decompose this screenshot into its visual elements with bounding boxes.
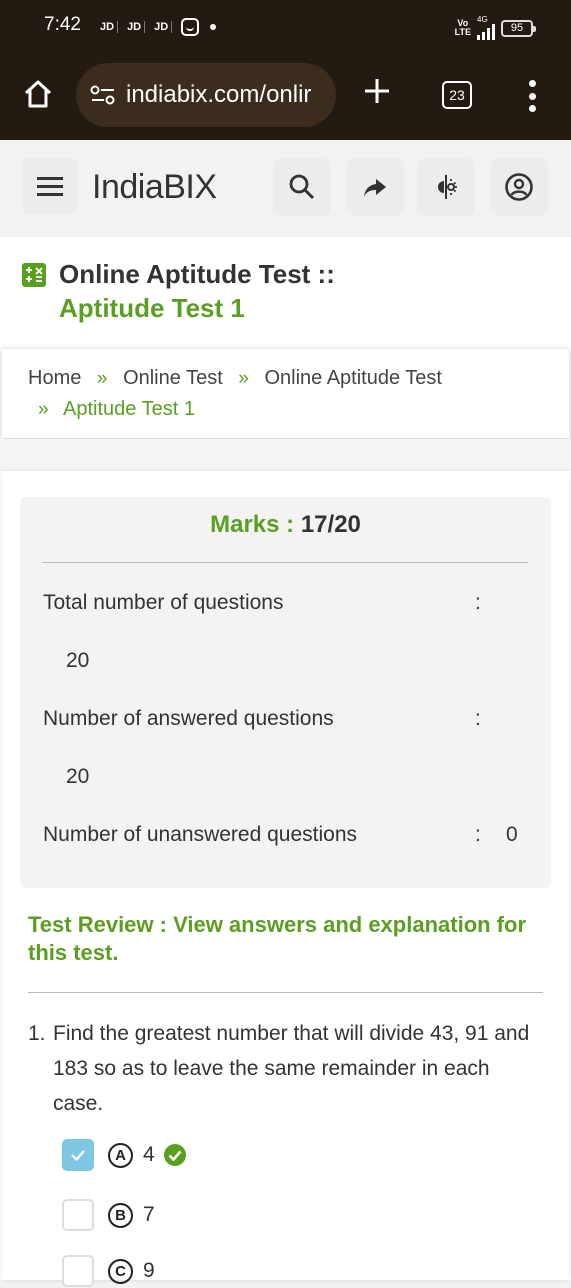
breadcrumb-home[interactable]: Home: [28, 367, 81, 389]
theme-toggle-button[interactable]: [417, 158, 475, 216]
stat-unanswered-label: Number of unanswered questions: [43, 823, 358, 846]
breadcrumb-online-aptitude-test[interactable]: Online Aptitude Test: [264, 367, 442, 389]
jd-app-icon: JD: [100, 21, 119, 33]
stat-total-colon: :: [475, 591, 481, 614]
notification-icons: JD JD JD: [100, 18, 217, 36]
correct-answer-icon: [163, 1144, 186, 1166]
url-text: indiabix.com/onlir: [126, 81, 312, 108]
option-b[interactable]: B 7: [62, 1198, 155, 1232]
stat-unanswered-value: 0: [506, 823, 518, 846]
divider: [28, 992, 543, 993]
breadcrumb-online-test[interactable]: Online Test: [123, 367, 223, 389]
plus-icon: [365, 79, 389, 103]
stat-unanswered-colon: :: [475, 823, 481, 846]
option-letter-a: A: [108, 1142, 133, 1168]
tab-switcher-button[interactable]: 23: [442, 81, 472, 109]
account-icon: [505, 173, 533, 201]
browser-menu-button[interactable]: [526, 80, 538, 112]
result-card: Marks : 17/20 Total number of questions …: [2, 471, 569, 1287]
question-number: 1.: [28, 1022, 46, 1045]
new-tab-button[interactable]: [360, 74, 394, 108]
option-b-checkbox[interactable]: [62, 1199, 94, 1231]
home-icon: [24, 80, 52, 108]
marks-summary: Marks : 17/20 Total number of questions …: [20, 497, 551, 888]
share-icon: [364, 179, 386, 197]
breadcrumb: Home » Online Test » Online Aptitude Tes…: [2, 348, 569, 438]
stat-answered-colon: :: [475, 707, 481, 730]
search-icon: [289, 174, 315, 200]
system-indicators: Vo LTE 4G 95: [454, 16, 536, 40]
theme-toggle-icon: [438, 175, 457, 199]
site-header: IndiaBIX: [0, 141, 571, 237]
browser-toolbar: indiabix.com/onlir 23: [0, 52, 571, 140]
option-c-text: 9: [143, 1259, 155, 1282]
tab-count: 23: [449, 87, 465, 103]
calculator-icon: [22, 263, 46, 287]
site-settings-icon: [90, 85, 115, 105]
option-letter-b: B: [108, 1202, 133, 1228]
more-vert-icon: [528, 80, 536, 87]
home-button[interactable]: [22, 78, 54, 110]
stat-answered-label: Number of answered questions: [43, 707, 334, 730]
jd-app-icon: JD: [154, 21, 173, 33]
stat-answered-value: 20: [66, 765, 90, 788]
option-c-checkbox[interactable]: [62, 1255, 94, 1287]
account-button[interactable]: [490, 158, 548, 216]
battery-icon: 95: [501, 19, 536, 37]
stat-total-label: Total number of questions: [43, 591, 284, 614]
more-notifications-dot-icon: [210, 24, 217, 30]
section-divider: [0, 439, 571, 471]
question-text: Find the greatest number that will divid…: [53, 1022, 530, 1115]
address-bar[interactable]: indiabix.com/onlir: [76, 63, 336, 127]
menu-button[interactable]: [22, 158, 78, 214]
menu-icon: [37, 176, 63, 180]
breadcrumb-separator: »: [38, 399, 49, 420]
marks-label: Marks :: [210, 511, 295, 538]
status-time: 7:42: [44, 14, 81, 35]
marks-value: 17/20: [300, 511, 361, 538]
marks-heading: Marks : 17/20: [20, 511, 551, 539]
divider: [42, 562, 528, 563]
option-b-text: 7: [143, 1203, 155, 1226]
test-review-link[interactable]: Test Review : View answers and explanati…: [28, 911, 538, 967]
stat-total-value: 20: [66, 649, 90, 672]
breadcrumb-separator: »: [238, 368, 249, 389]
title-highlight: Aptitude Test 1: [59, 293, 245, 323]
signal-icon: 4G: [477, 16, 495, 40]
status-bar: 7:42 JD JD JD Vo LTE 4G 95: [0, 0, 571, 52]
main-content: Online Aptitude Test :: Aptitude Test 1 …: [0, 237, 571, 1287]
volte-icon: Vo LTE: [454, 18, 471, 37]
battery-level: 95: [510, 22, 524, 34]
breadcrumb-current: Aptitude Test 1: [63, 398, 195, 420]
smiley-app-icon: [181, 18, 200, 36]
share-button[interactable]: [346, 158, 404, 216]
option-a[interactable]: A 4: [62, 1138, 187, 1172]
option-c[interactable]: C 9: [62, 1254, 155, 1288]
title-prefix: Online Aptitude Test ::: [59, 259, 335, 289]
breadcrumb-separator: »: [96, 368, 108, 389]
search-button[interactable]: [273, 158, 331, 216]
option-a-text: 4: [143, 1143, 155, 1166]
option-a-checkbox[interactable]: [62, 1139, 94, 1171]
jd-app-icon: JD: [127, 21, 146, 33]
site-logo[interactable]: IndiaBIX: [92, 168, 217, 207]
check-icon: [71, 1150, 85, 1162]
